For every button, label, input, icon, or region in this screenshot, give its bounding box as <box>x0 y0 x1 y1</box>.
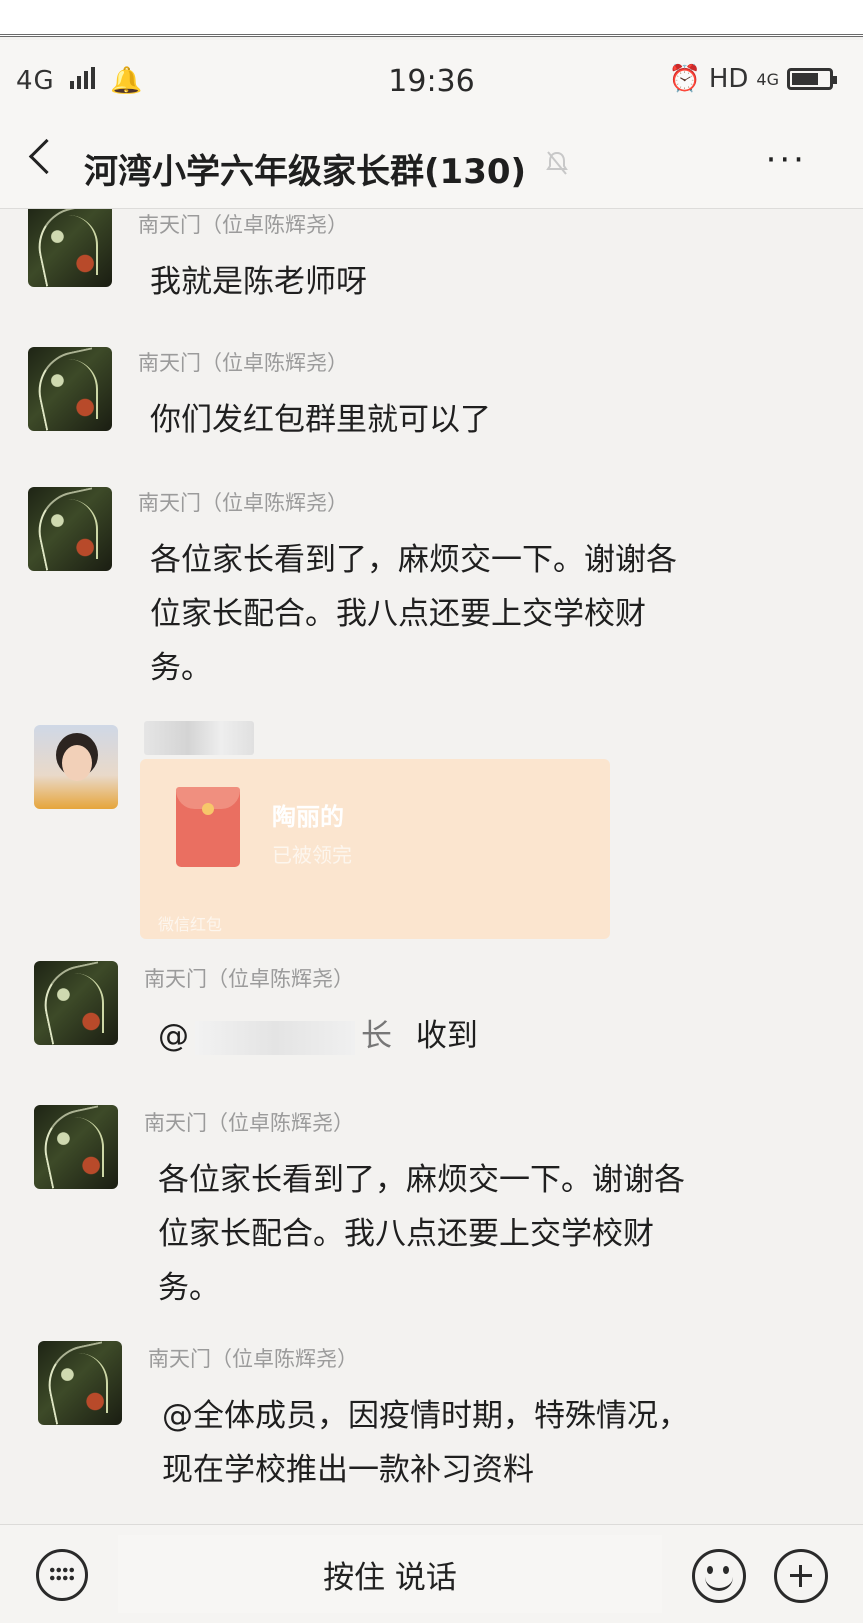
red-packet-title: 陶丽的 <box>272 803 344 831</box>
red-packet-icon <box>176 787 240 867</box>
back-arrow-icon[interactable] <box>28 138 65 175</box>
redacted-mention <box>195 1020 355 1055</box>
mute-bell-icon <box>546 151 568 175</box>
red-packet-status: 已被领完 <box>272 843 352 867</box>
chat-title: 河湾小学六年级家长群(130) <box>84 152 527 192</box>
message-text[interactable]: @ 长 收到 <box>158 1009 478 1063</box>
red-packet-card[interactable]: 陶丽的 已被领完 微信红包 <box>140 759 610 939</box>
message-text[interactable]: @全体成员，因疫情时期，特殊情况，现在学校推出一款补习资料 <box>162 1389 692 1497</box>
message-text[interactable]: 各位家长看到了，麻烦交一下。谢谢各位家长配合。我八点还要上交学校财务。 <box>150 533 695 695</box>
hd-indicator: HD <box>708 64 749 94</box>
sender-avatar[interactable] <box>28 487 112 571</box>
sender-name: 南天门（位卓陈辉尧） <box>138 491 348 515</box>
sender-avatar[interactable] <box>28 347 112 431</box>
reply-text: 收到 <box>415 1018 478 1054</box>
mention-suffix: 长 <box>361 1018 392 1054</box>
input-bar: 按住 说话 <box>0 1524 863 1623</box>
keyboard-icon[interactable] <box>36 1549 88 1601</box>
message-text[interactable]: 各位家长看到了，麻烦交一下。谢谢各位家长配合。我八点还要上交学校财务。 <box>158 1153 688 1315</box>
status-right: ⏰ HD 4G <box>668 64 837 94</box>
mention-prefix: @ <box>158 1018 189 1054</box>
hold-to-talk-button[interactable]: 按住 说话 <box>118 1535 662 1613</box>
scan-top-border <box>0 0 863 37</box>
sender-avatar[interactable] <box>34 1105 118 1189</box>
sender-name-redacted <box>144 721 254 755</box>
sender-name: 南天门（位卓陈辉尧） <box>144 967 354 991</box>
sender-avatar[interactable] <box>34 961 118 1045</box>
red-packet-footer: 微信红包 <box>158 915 223 934</box>
status-bar: 4G 🔔 19:36 ⏰ HD 4G <box>0 40 863 110</box>
network-type-right: 4G <box>756 69 779 89</box>
sender-name: 南天门（位卓陈辉尧） <box>138 351 348 375</box>
message-list[interactable]: 南天门（位卓陈辉尧） 我就是陈老师呀 南天门（位卓陈辉尧） 你们发红包群里就可以… <box>0 209 863 1524</box>
emoji-icon[interactable] <box>692 1549 746 1603</box>
message-text[interactable]: 我就是陈老师呀 <box>150 255 695 309</box>
battery-icon <box>787 68 837 90</box>
message-text[interactable]: 你们发红包群里就可以了 <box>150 393 695 447</box>
sender-avatar[interactable] <box>28 209 112 287</box>
chat-header: 河湾小学六年级家长群(130) ··· <box>0 110 863 209</box>
alarm-icon: ⏰ <box>668 64 701 94</box>
sender-avatar[interactable] <box>38 1341 122 1425</box>
sender-name: 南天门（位卓陈辉尧） <box>148 1347 358 1371</box>
sender-avatar[interactable] <box>34 725 118 809</box>
sender-name: 南天门（位卓陈辉尧） <box>138 213 348 237</box>
sender-name: 南天门（位卓陈辉尧） <box>144 1111 354 1135</box>
plus-icon[interactable] <box>774 1549 828 1603</box>
more-options-icon[interactable]: ··· <box>766 140 807 180</box>
